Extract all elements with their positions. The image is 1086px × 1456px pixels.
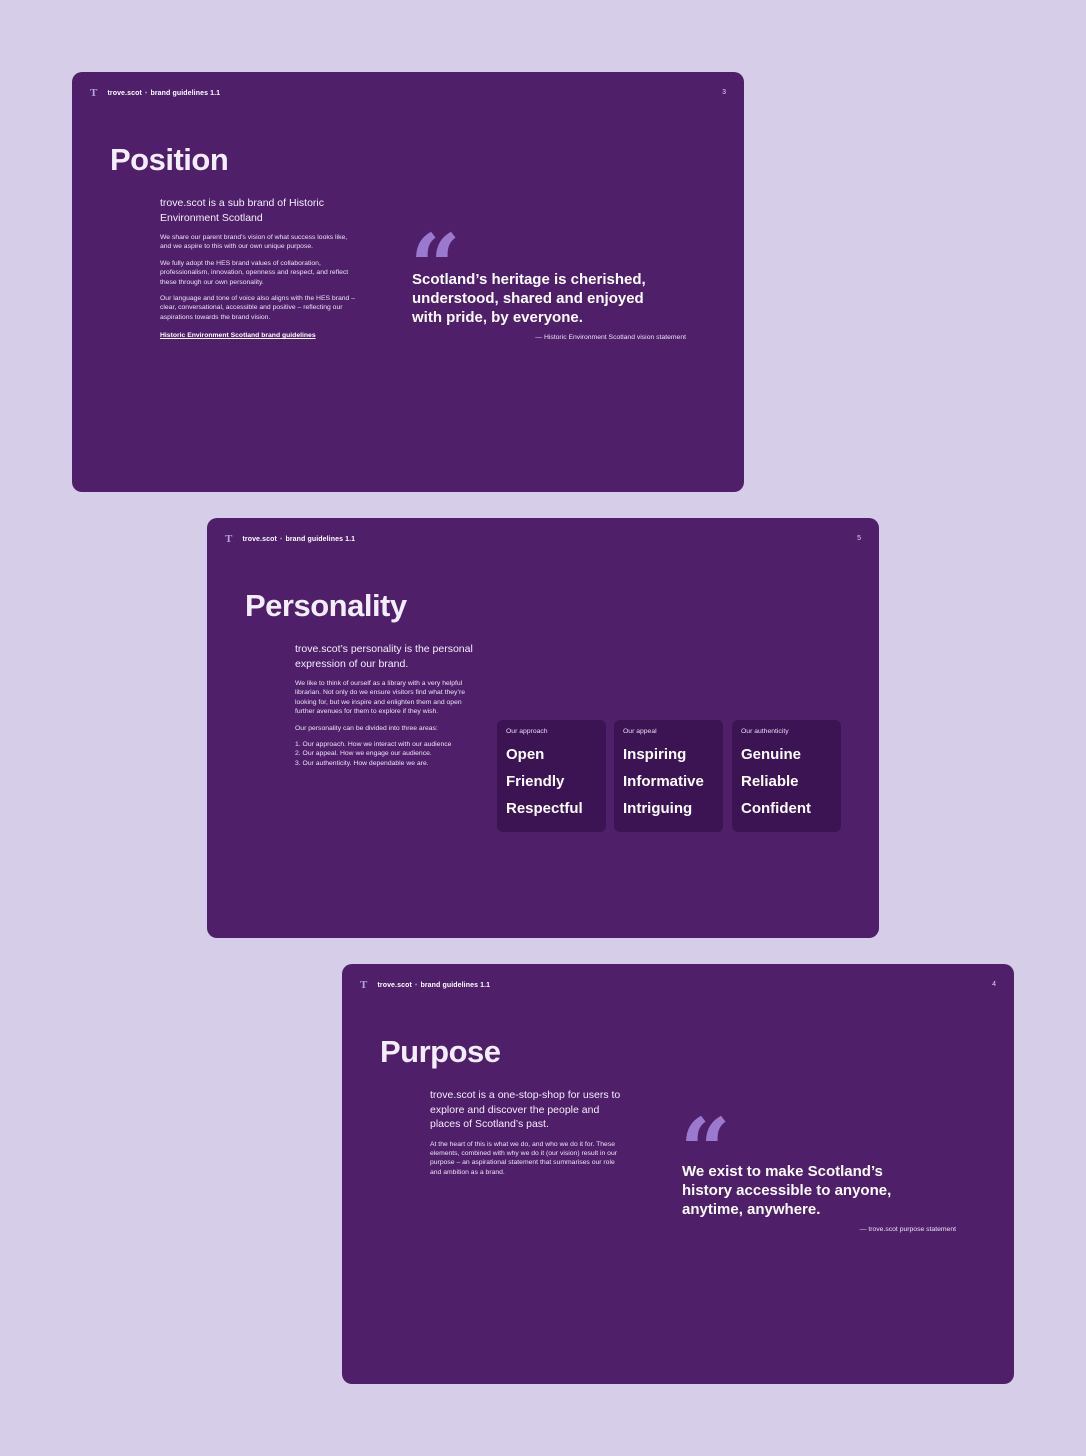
page-number: 5: [857, 535, 861, 542]
slide-title: Personality: [245, 588, 407, 623]
card-word: Respectful: [506, 800, 583, 817]
card-word: Genuine: [741, 746, 802, 763]
body-paragraph: Our personality can be divided into thre…: [295, 724, 438, 732]
header-separator: •: [279, 535, 283, 543]
body-paragraph: We fully adopt the HES brand values of c…: [160, 259, 349, 286]
list-item: 3. Our authenticity. How dependable we a…: [295, 759, 429, 767]
list-item: 2. Our appeal. How we engage our audienc…: [295, 750, 432, 758]
header-brand: trove.scot: [242, 535, 277, 543]
quote-attribution: — Historic Environment Scotland vision s…: [535, 334, 686, 341]
areas-list: 1. Our approach. How we interact with ou…: [295, 740, 477, 768]
card-word: Informative: [623, 773, 704, 790]
hes-guidelines-link[interactable]: Historic Environment Scotland brand guid…: [160, 332, 356, 339]
card-heading: Our approach: [506, 728, 548, 735]
card-heading: Our authenticity: [741, 728, 789, 735]
page-number: 3: [722, 89, 726, 96]
header-doc-title: brand guidelines 1.1: [420, 981, 491, 989]
slide-position: T trove.scot • brand guidelines 1.1 3 Po…: [72, 72, 744, 492]
body-column: trove.scot is a sub brand of Historic En…: [160, 196, 356, 339]
card-authenticity: Our authenticity Genuine Reliable Confid…: [732, 720, 841, 832]
slide-header: T trove.scot • brand guidelines 1.1: [90, 87, 221, 99]
list-item: 1. Our approach. How we interact with ou…: [295, 741, 452, 749]
slide-title: Purpose: [380, 1034, 501, 1069]
card-word: Open: [506, 746, 545, 763]
body-paragraph: We like to think of ourself as a library…: [295, 680, 466, 716]
slide-purpose: T trove.scot • brand guidelines 1.1 4 Pu…: [342, 964, 1014, 1384]
slide-header: T trove.scot • brand guidelines 1.1: [360, 979, 491, 991]
slide-title: Position: [110, 142, 229, 177]
trove-logo-icon: T: [225, 533, 233, 545]
body-paragraph: We share our parent brand’s vision of wh…: [160, 234, 348, 251]
header-separator: •: [144, 89, 148, 97]
lead-text: trove.scot is a one-stop-shop for users …: [430, 1089, 621, 1130]
trove-logo-icon: T: [90, 87, 98, 99]
header-doc-title: brand guidelines 1.1: [150, 89, 221, 97]
card-word: Reliable: [741, 773, 799, 790]
slide-header: T trove.scot • brand guidelines 1.1: [225, 533, 356, 545]
quote-attribution: — trove.scot purpose statement: [859, 1226, 956, 1233]
card-word: Intriguing: [623, 800, 693, 817]
purpose-quote: We exist to make Scotland’s history acce…: [682, 1163, 892, 1218]
slide-personality: T trove.scot • brand guidelines 1.1 5 Pe…: [207, 518, 879, 938]
page-number: 4: [992, 981, 996, 988]
vision-quote: Scotland’s heritage is cherished, unders…: [412, 271, 646, 326]
header-brand: trove.scot: [377, 981, 412, 989]
lead-text: trove.scot is a sub brand of Historic En…: [160, 197, 324, 224]
header-doc-title: brand guidelines 1.1: [285, 535, 356, 543]
header-separator: •: [414, 981, 418, 989]
lead-text: trove.scot’s personality is the personal…: [295, 643, 473, 670]
body-column: trove.scot is a one-stop-shop for users …: [430, 1088, 626, 1184]
card-heading: Our appeal: [623, 728, 657, 735]
card-word: Confident: [741, 800, 811, 817]
body-column: trove.scot’s personality is the personal…: [295, 642, 477, 768]
trove-logo-icon: T: [360, 979, 368, 991]
header-brand: trove.scot: [107, 89, 142, 97]
card-word: Friendly: [506, 773, 565, 790]
body-paragraph: At the heart of this is what we do, and …: [430, 1140, 617, 1176]
card-approach: Our approach Open Friendly Respectful: [497, 720, 606, 832]
body-paragraph: Our language and tone of voice also alig…: [160, 295, 355, 321]
card-word: Inspiring: [623, 746, 687, 763]
card-appeal: Our appeal Inspiring Informative Intrigu…: [614, 720, 723, 832]
